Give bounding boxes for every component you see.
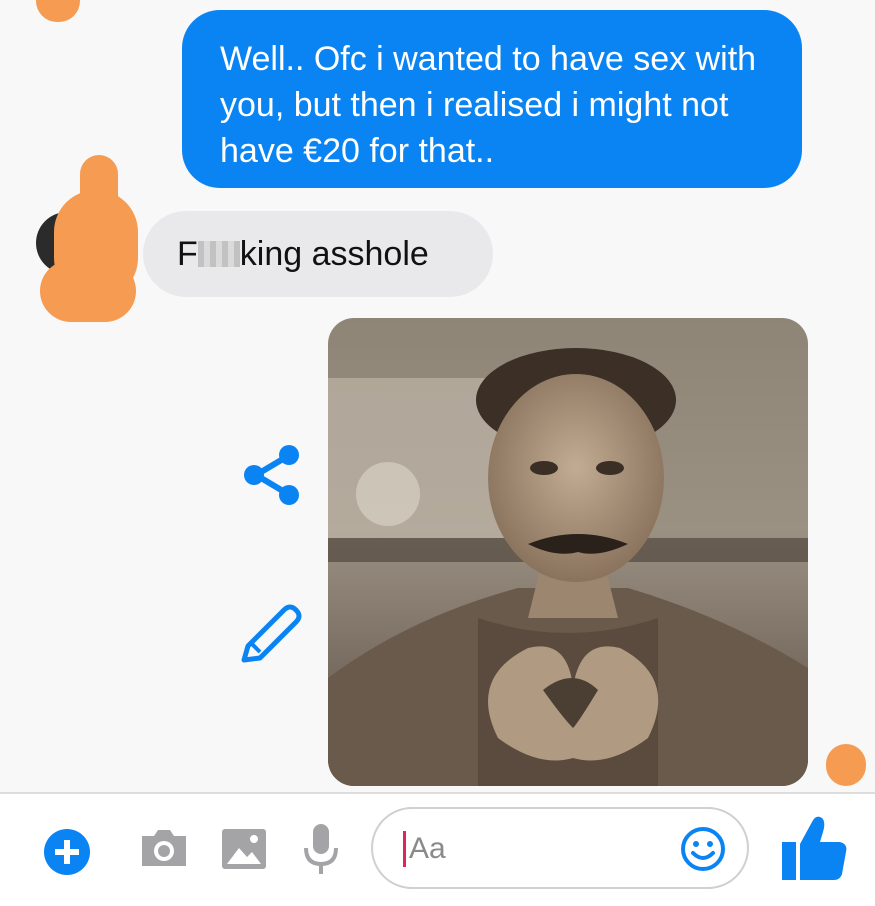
conversation-area: Well.. Ofc i wanted to have sex with you… — [0, 0, 875, 792]
message-composer — [0, 792, 875, 906]
image-icon[interactable] — [219, 826, 269, 872]
share-icon[interactable] — [240, 440, 302, 510]
sent-message-bubble[interactable]: Well.. Ofc i wanted to have sex with you… — [182, 10, 802, 188]
message-input-field[interactable] — [371, 807, 749, 889]
received-message-suffix: king asshole — [239, 235, 429, 273]
thumbs-up-icon[interactable] — [778, 812, 850, 884]
redaction-scribble — [40, 260, 136, 322]
emoji-icon[interactable] — [679, 825, 727, 873]
photo-attachment[interactable] — [328, 318, 808, 786]
censor-pixelation — [197, 241, 240, 267]
received-message-bubble[interactable]: Fking asshole — [143, 211, 493, 297]
plus-icon[interactable] — [44, 829, 90, 875]
text-cursor — [403, 831, 406, 867]
camera-icon[interactable] — [138, 826, 190, 870]
pencil-icon[interactable] — [238, 598, 306, 664]
received-message-prefix: F — [177, 235, 198, 273]
message-input[interactable] — [407, 825, 691, 873]
redaction-scribble — [36, 0, 80, 22]
portrait-image — [328, 318, 808, 786]
redaction-scribble — [826, 744, 866, 786]
sent-message-text: Well.. Ofc i wanted to have sex with you… — [220, 40, 757, 170]
microphone-icon[interactable] — [302, 822, 340, 878]
